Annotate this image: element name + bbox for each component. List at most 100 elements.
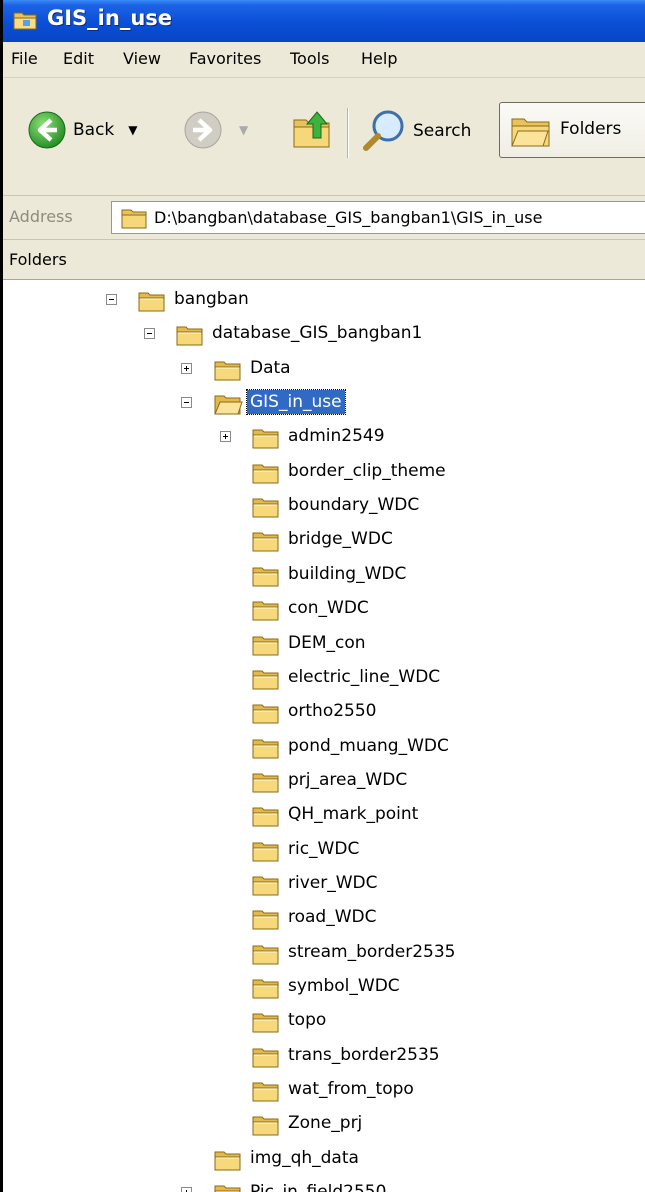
folder-icon xyxy=(252,807,279,827)
folder-icon xyxy=(252,704,279,724)
tree-item-label: ric_WDC xyxy=(288,838,360,859)
menu-edit[interactable]: Edit xyxy=(63,49,94,68)
tree-row[interactable]: river_WDC xyxy=(3,868,643,902)
tree-row[interactable]: database_GIS_bangban1 xyxy=(3,318,643,352)
back-arrow-icon xyxy=(28,111,66,149)
tree-row[interactable]: prj_area_WDC xyxy=(3,765,643,799)
folder-icon xyxy=(121,209,147,229)
forward-arrow-icon xyxy=(184,111,222,149)
tree-row[interactable]: border_clip_theme xyxy=(3,456,643,490)
tree-item-label: Zone_prj xyxy=(288,1113,363,1134)
folder-icon xyxy=(252,1048,279,1068)
folders-pane-title: Folders xyxy=(9,250,67,269)
search-button[interactable]: Search xyxy=(361,108,471,154)
tree-row[interactable]: road_WDC xyxy=(3,902,643,936)
tree-item-label: river_WDC xyxy=(288,872,378,893)
folders-label: Folders xyxy=(560,119,622,139)
expand-icon[interactable] xyxy=(220,431,231,443)
tree-item-label: border_clip_theme xyxy=(288,460,446,481)
back-dropdown-icon[interactable]: ▼ xyxy=(128,123,137,137)
back-button[interactable]: Back ▼ xyxy=(27,110,138,150)
tree-row[interactable]: wat_from_topo xyxy=(3,1074,643,1108)
up-folder-button[interactable] xyxy=(291,108,335,152)
forward-dropdown-icon[interactable]: ▼ xyxy=(239,123,248,137)
folder-icon xyxy=(214,1151,241,1171)
tree-row[interactable]: admin2549 xyxy=(3,421,643,455)
tree-row[interactable]: electric_line_WDC xyxy=(3,662,643,696)
tree-row[interactable]: building_WDC xyxy=(3,559,643,593)
tree-row[interactable]: Zone_prj xyxy=(3,1108,643,1142)
tree-row[interactable]: trans_border2535 xyxy=(3,1040,643,1074)
folder-icon xyxy=(252,945,279,965)
title-bar[interactable]: GIS_in_use xyxy=(3,0,645,42)
tree-item-label: QH_mark_point xyxy=(288,804,419,825)
tree-row[interactable]: Data xyxy=(3,353,643,387)
menu-favorites[interactable]: Favorites xyxy=(189,49,261,68)
menu-tools[interactable]: Tools xyxy=(290,49,329,68)
tree-item-label: stream_border2535 xyxy=(288,941,456,962)
up-folder-icon xyxy=(293,111,330,148)
tree-row[interactable]: boundary_WDC xyxy=(3,490,643,524)
tree-row[interactable]: ortho2550 xyxy=(3,696,643,730)
address-bar: Address D:\bangban\database_GIS_bangban1… xyxy=(3,196,645,240)
tree-row[interactable]: bridge_WDC xyxy=(3,524,643,558)
tree-row[interactable]: topo xyxy=(3,1005,643,1039)
tree-row[interactable]: img_qh_data xyxy=(3,1143,643,1177)
tree-item-label: building_WDC xyxy=(288,563,407,584)
folder-icon xyxy=(252,601,279,621)
menu-view[interactable]: View xyxy=(123,49,161,68)
tree-row[interactable]: stream_border2535 xyxy=(3,937,643,971)
folder-icon xyxy=(214,361,241,381)
tree-item-label: wat_from_topo xyxy=(288,1079,414,1100)
forward-button[interactable]: ▼ xyxy=(183,110,248,150)
collapse-icon[interactable] xyxy=(181,397,192,409)
tree-item-label: road_WDC xyxy=(288,907,377,928)
folder-icon xyxy=(13,12,37,30)
folders-pane-header: Folders xyxy=(3,240,645,280)
folder-icon xyxy=(252,498,279,518)
tree-item-label: trans_border2535 xyxy=(288,1044,440,1065)
folder-icon xyxy=(138,292,165,312)
tree-item-label: Pic_in_field2550 xyxy=(247,1180,389,1192)
folder-icon xyxy=(252,464,279,484)
folder-icon xyxy=(252,876,279,896)
tree-row[interactable]: bangban xyxy=(3,284,643,318)
folder-icon xyxy=(252,429,279,449)
expand-icon[interactable] xyxy=(181,1187,192,1192)
address-input[interactable]: D:\bangban\database_GIS_bangban1\GIS_in_… xyxy=(111,201,645,234)
folder-icon xyxy=(252,773,279,793)
tree-row[interactable]: DEM_con xyxy=(3,628,643,662)
folder-icon xyxy=(252,979,279,999)
tree-row[interactable]: QH_mark_point xyxy=(3,799,643,833)
tree-item-label: topo xyxy=(288,1010,327,1031)
menu-bar: File Edit View Favorites Tools Help xyxy=(3,42,645,78)
back-label: Back xyxy=(73,120,115,140)
collapse-icon[interactable] xyxy=(144,328,155,340)
tree-row[interactable]: symbol_WDC xyxy=(3,971,643,1005)
folder-icon xyxy=(252,670,279,690)
folder-icon xyxy=(214,1185,241,1192)
address-value: D:\bangban\database_GIS_bangban1\GIS_in_… xyxy=(154,208,543,227)
folder-icon xyxy=(252,532,279,552)
tree-row[interactable]: pond_muang_WDC xyxy=(3,731,643,765)
toolbar-separator xyxy=(347,108,348,158)
tree-item-label: Data xyxy=(250,357,291,378)
tree-item-label: bangban xyxy=(174,289,249,309)
collapse-icon[interactable] xyxy=(106,294,117,305)
tree-row[interactable]: Pic_in_field2550 xyxy=(3,1177,643,1192)
expand-icon[interactable] xyxy=(181,362,192,374)
explorer-window: GIS_in_use File Edit View Favorites Tool… xyxy=(0,0,645,1192)
tree-row[interactable]: con_WDC xyxy=(3,593,643,627)
tree-item-label: electric_line_WDC xyxy=(288,666,441,687)
menu-help[interactable]: Help xyxy=(361,49,397,68)
folder-icon xyxy=(252,1013,279,1033)
tree-item-label: bridge_WDC xyxy=(288,529,393,550)
folder-icon xyxy=(252,1082,279,1102)
folders-button[interactable]: Folders xyxy=(499,102,645,158)
tree-row[interactable]: ric_WDC xyxy=(3,834,643,868)
tree-row[interactable]: GIS_in_use xyxy=(3,387,643,421)
menu-file[interactable]: File xyxy=(11,49,38,68)
tree-item-label: symbol_WDC xyxy=(288,976,400,996)
folder-icon xyxy=(252,1116,279,1136)
tree-item-label: ortho2550 xyxy=(288,701,377,722)
